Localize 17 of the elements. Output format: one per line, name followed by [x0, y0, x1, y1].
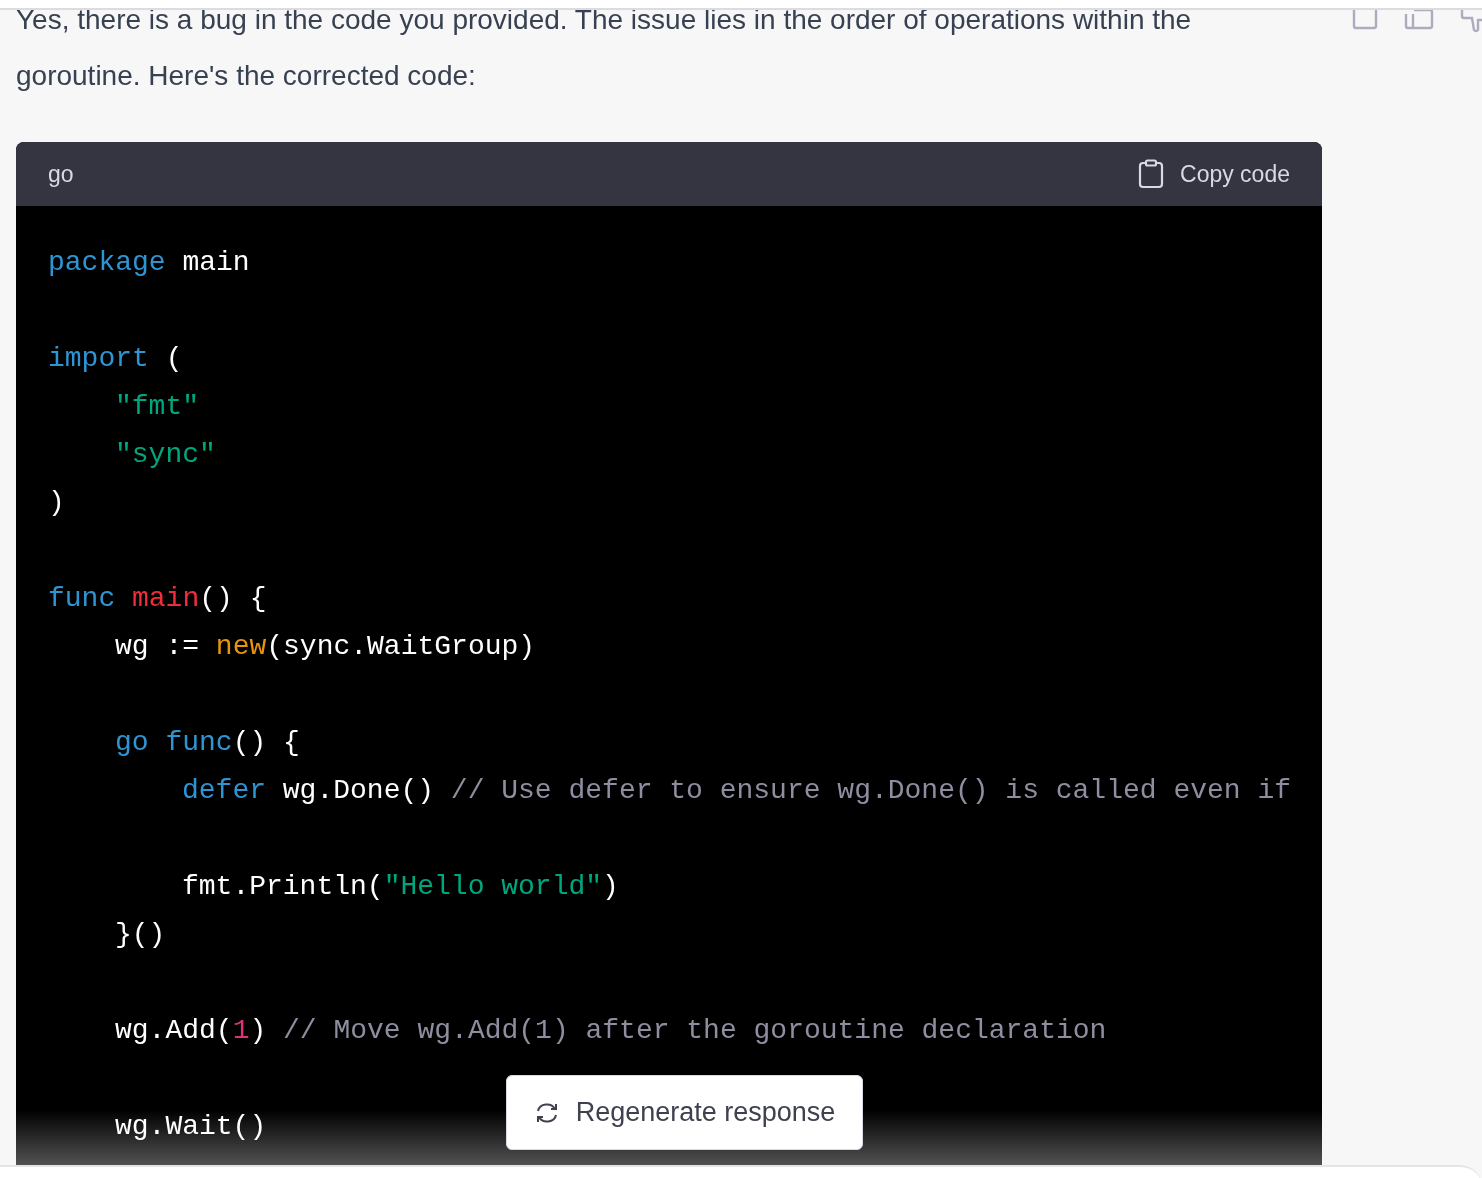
- code-line: go func() {: [115, 727, 300, 758]
- code-line: wg.Add(1) // Move wg.Add(1) after the goroutine declaration: [115, 1015, 1107, 1046]
- regenerate-button[interactable]: Regenerate response: [506, 1075, 863, 1150]
- message-text: Yes, there is a bug in the code you provided. The issue lies in the order of operations within the goroutine. Here's the corrected code:: [16, 3, 1193, 93]
- code-line: func main() {: [48, 583, 267, 614]
- code-line: }(): [115, 919, 166, 950]
- code-line: package main: [48, 247, 250, 278]
- code-line: fmt.Println("Hello world"): [182, 871, 619, 902]
- code-line: ): [48, 487, 65, 518]
- code-line: wg.Wait(): [115, 1111, 267, 1142]
- code-line: wg := new(sync.WaitGroup): [115, 631, 536, 662]
- code-line: defer wg.Done() // Use defer to ensure wg.Done() is called even if: [182, 775, 1291, 806]
- language-label: go: [48, 160, 74, 188]
- code-line: import (: [48, 343, 183, 374]
- copy-code-button[interactable]: Copy code: [1138, 159, 1290, 189]
- code-line: "sync": [115, 439, 216, 470]
- code-line: "fmt": [115, 391, 199, 422]
